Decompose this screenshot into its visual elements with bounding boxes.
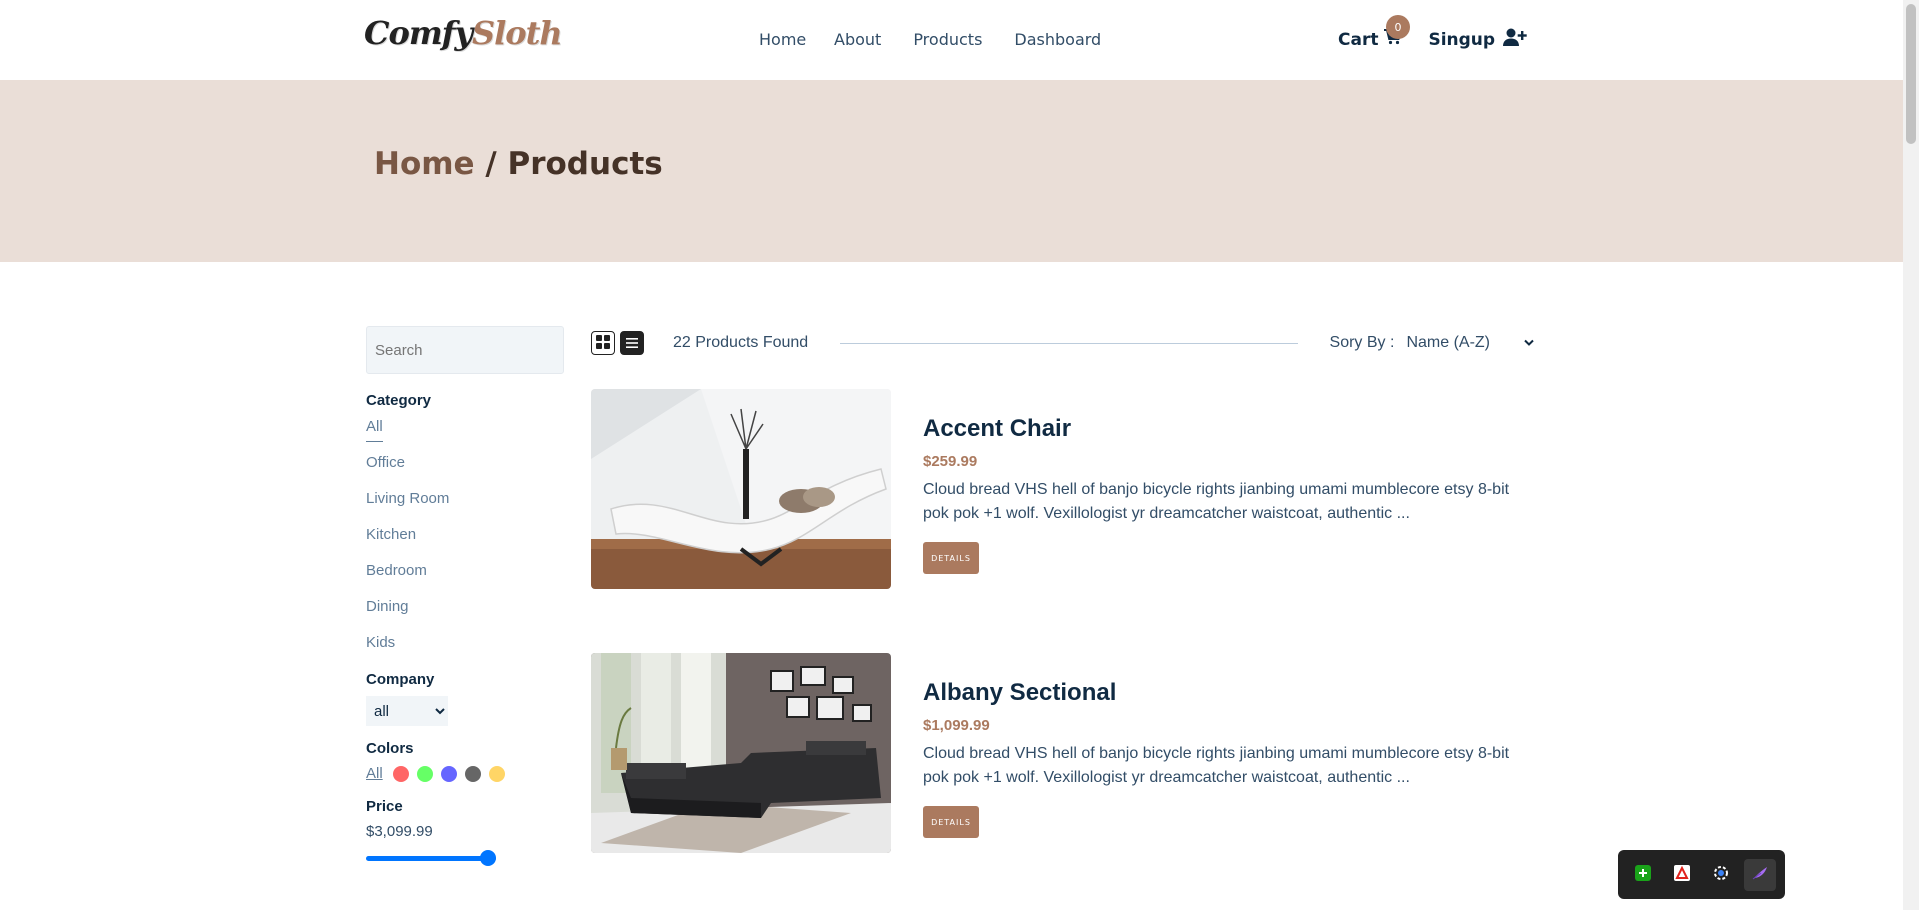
category-label: Living Room (366, 490, 450, 507)
category-list: All Office Living Room Kitchen Bedroom D… (366, 417, 566, 669)
category-label: All (366, 418, 383, 442)
pdf-icon (1674, 864, 1691, 885)
page-hero: Home / Products (0, 80, 1903, 262)
gear-icon (1713, 865, 1729, 885)
nav-actions: Cart 0 Singup (1338, 15, 1527, 51)
details-button[interactable]: DETAILS (923, 542, 979, 574)
category-item-dining[interactable]: Dining (366, 597, 566, 633)
category-label: Dining (366, 598, 409, 615)
product-info: Albany Sectional $1,099.99 Cloud bread V… (923, 679, 1523, 838)
product-image-albany-sectional[interactable] (591, 653, 891, 853)
product-description: Cloud bread VHS hell of banjo bicycle ri… (923, 745, 1510, 786)
page-scrollbar[interactable] (1903, 0, 1919, 910)
toolbar-divider (840, 342, 1298, 344)
navbar: ComfySloth Home About Products Dashboard… (0, 0, 1903, 80)
nav-link-about[interactable]: About (834, 30, 881, 49)
category-label: Bedroom (366, 562, 427, 579)
sort-label: Sory By : (1329, 334, 1395, 351)
company-title: Company (366, 671, 435, 688)
price-title: Price (366, 798, 403, 815)
price-value: $3,099.99 (366, 823, 433, 840)
color-swatch-yellow[interactable] (488, 765, 505, 782)
logo[interactable]: ComfySloth (364, 14, 563, 52)
signup-label: Singup (1428, 29, 1496, 50)
logo-text-primary: Comfy (364, 14, 473, 52)
extension-button-green[interactable] (1627, 859, 1659, 891)
grid-view-button[interactable] (591, 331, 615, 355)
cart-count-badge: 0 (1386, 15, 1410, 39)
color-all-button[interactable]: All (366, 765, 383, 782)
product-name: Accent Chair (923, 415, 1072, 442)
breadcrumb-separator: / (474, 146, 508, 182)
product-price: $1,099.99 (923, 717, 990, 734)
breadcrumb: Home / Products (374, 146, 663, 182)
sort-select[interactable]: Name (A-Z) (1406, 334, 1534, 352)
nav-link-products[interactable]: Products (913, 30, 982, 49)
filters-sidebar: Category All Office Living Room Kitchen … (366, 326, 566, 866)
breadcrumb-home-link[interactable]: Home (374, 146, 475, 182)
category-item-kids[interactable]: Kids (366, 633, 566, 669)
green-extension-icon (1635, 864, 1652, 885)
sort-selected-value: Name (A-Z) (1406, 334, 1490, 351)
signup-button[interactable]: Singup (1428, 28, 1527, 51)
price-slider-track (366, 856, 496, 861)
grid-icon (596, 334, 610, 353)
product-card: Accent Chair $259.99 Cloud bread VHS hel… (591, 389, 1541, 589)
category-label: Office (366, 454, 405, 471)
category-item-all[interactable]: All (366, 417, 566, 453)
chevron-down-icon (1524, 334, 1534, 352)
category-item-office[interactable]: Office (366, 453, 566, 489)
product-price: $259.99 (923, 453, 978, 470)
product-card: Albany Sectional $1,099.99 Cloud bread V… (591, 653, 1541, 853)
product-description: Cloud bread VHS hell of banjo bicycle ri… (923, 481, 1510, 522)
cart-label: Cart (1338, 29, 1379, 50)
extension-button-settings[interactable] (1705, 859, 1737, 891)
extension-button-feather[interactable] (1743, 858, 1776, 891)
category-label: Kids (366, 634, 396, 651)
nav-link-dashboard[interactable]: Dashboard (1014, 30, 1101, 49)
search-input[interactable] (366, 326, 564, 374)
color-swatch-red[interactable] (392, 765, 409, 782)
category-item-living-room[interactable]: Living Room (366, 489, 566, 525)
color-swatch-black[interactable] (464, 765, 481, 782)
logo-text-accent: Sloth (472, 14, 563, 52)
list-icon (626, 334, 638, 353)
category-label: Kitchen (366, 526, 417, 543)
category-item-kitchen[interactable]: Kitchen (366, 525, 566, 561)
extension-toolbar (1618, 850, 1785, 899)
products-toolbar: 22 Products Found Sory By : Name (A-Z) (591, 330, 1534, 356)
product-image-accent-chair[interactable] (591, 389, 891, 589)
breadcrumb-current: Products (507, 146, 663, 182)
color-swatch-blue[interactable] (440, 765, 457, 782)
cart-button[interactable]: Cart 0 (1338, 15, 1410, 50)
products-count: 22 Products Found (673, 334, 809, 351)
nav-links: Home About Products Dashboard (759, 30, 1101, 49)
color-swatch-green[interactable] (416, 765, 433, 782)
price-slider-thumb[interactable] (480, 850, 496, 866)
extension-button-pdf[interactable] (1666, 859, 1698, 891)
category-title: Category (366, 392, 432, 409)
feather-icon (1751, 865, 1769, 885)
list-view-button[interactable] (620, 331, 644, 355)
product-info: Accent Chair $259.99 Cloud bread VHS hel… (923, 415, 1523, 574)
user-plus-icon (1503, 28, 1527, 51)
colors-row: All (366, 765, 566, 782)
details-button[interactable]: DETAILS (923, 806, 979, 838)
nav-link-home[interactable]: Home (759, 30, 806, 49)
product-name: Albany Sectional (923, 679, 1117, 706)
category-item-bedroom[interactable]: Bedroom (366, 561, 566, 597)
price-slider[interactable] (366, 850, 496, 866)
scrollbar-thumb[interactable] (1906, 4, 1916, 144)
company-select[interactable]: all (366, 696, 448, 726)
colors-title: Colors (366, 740, 414, 757)
